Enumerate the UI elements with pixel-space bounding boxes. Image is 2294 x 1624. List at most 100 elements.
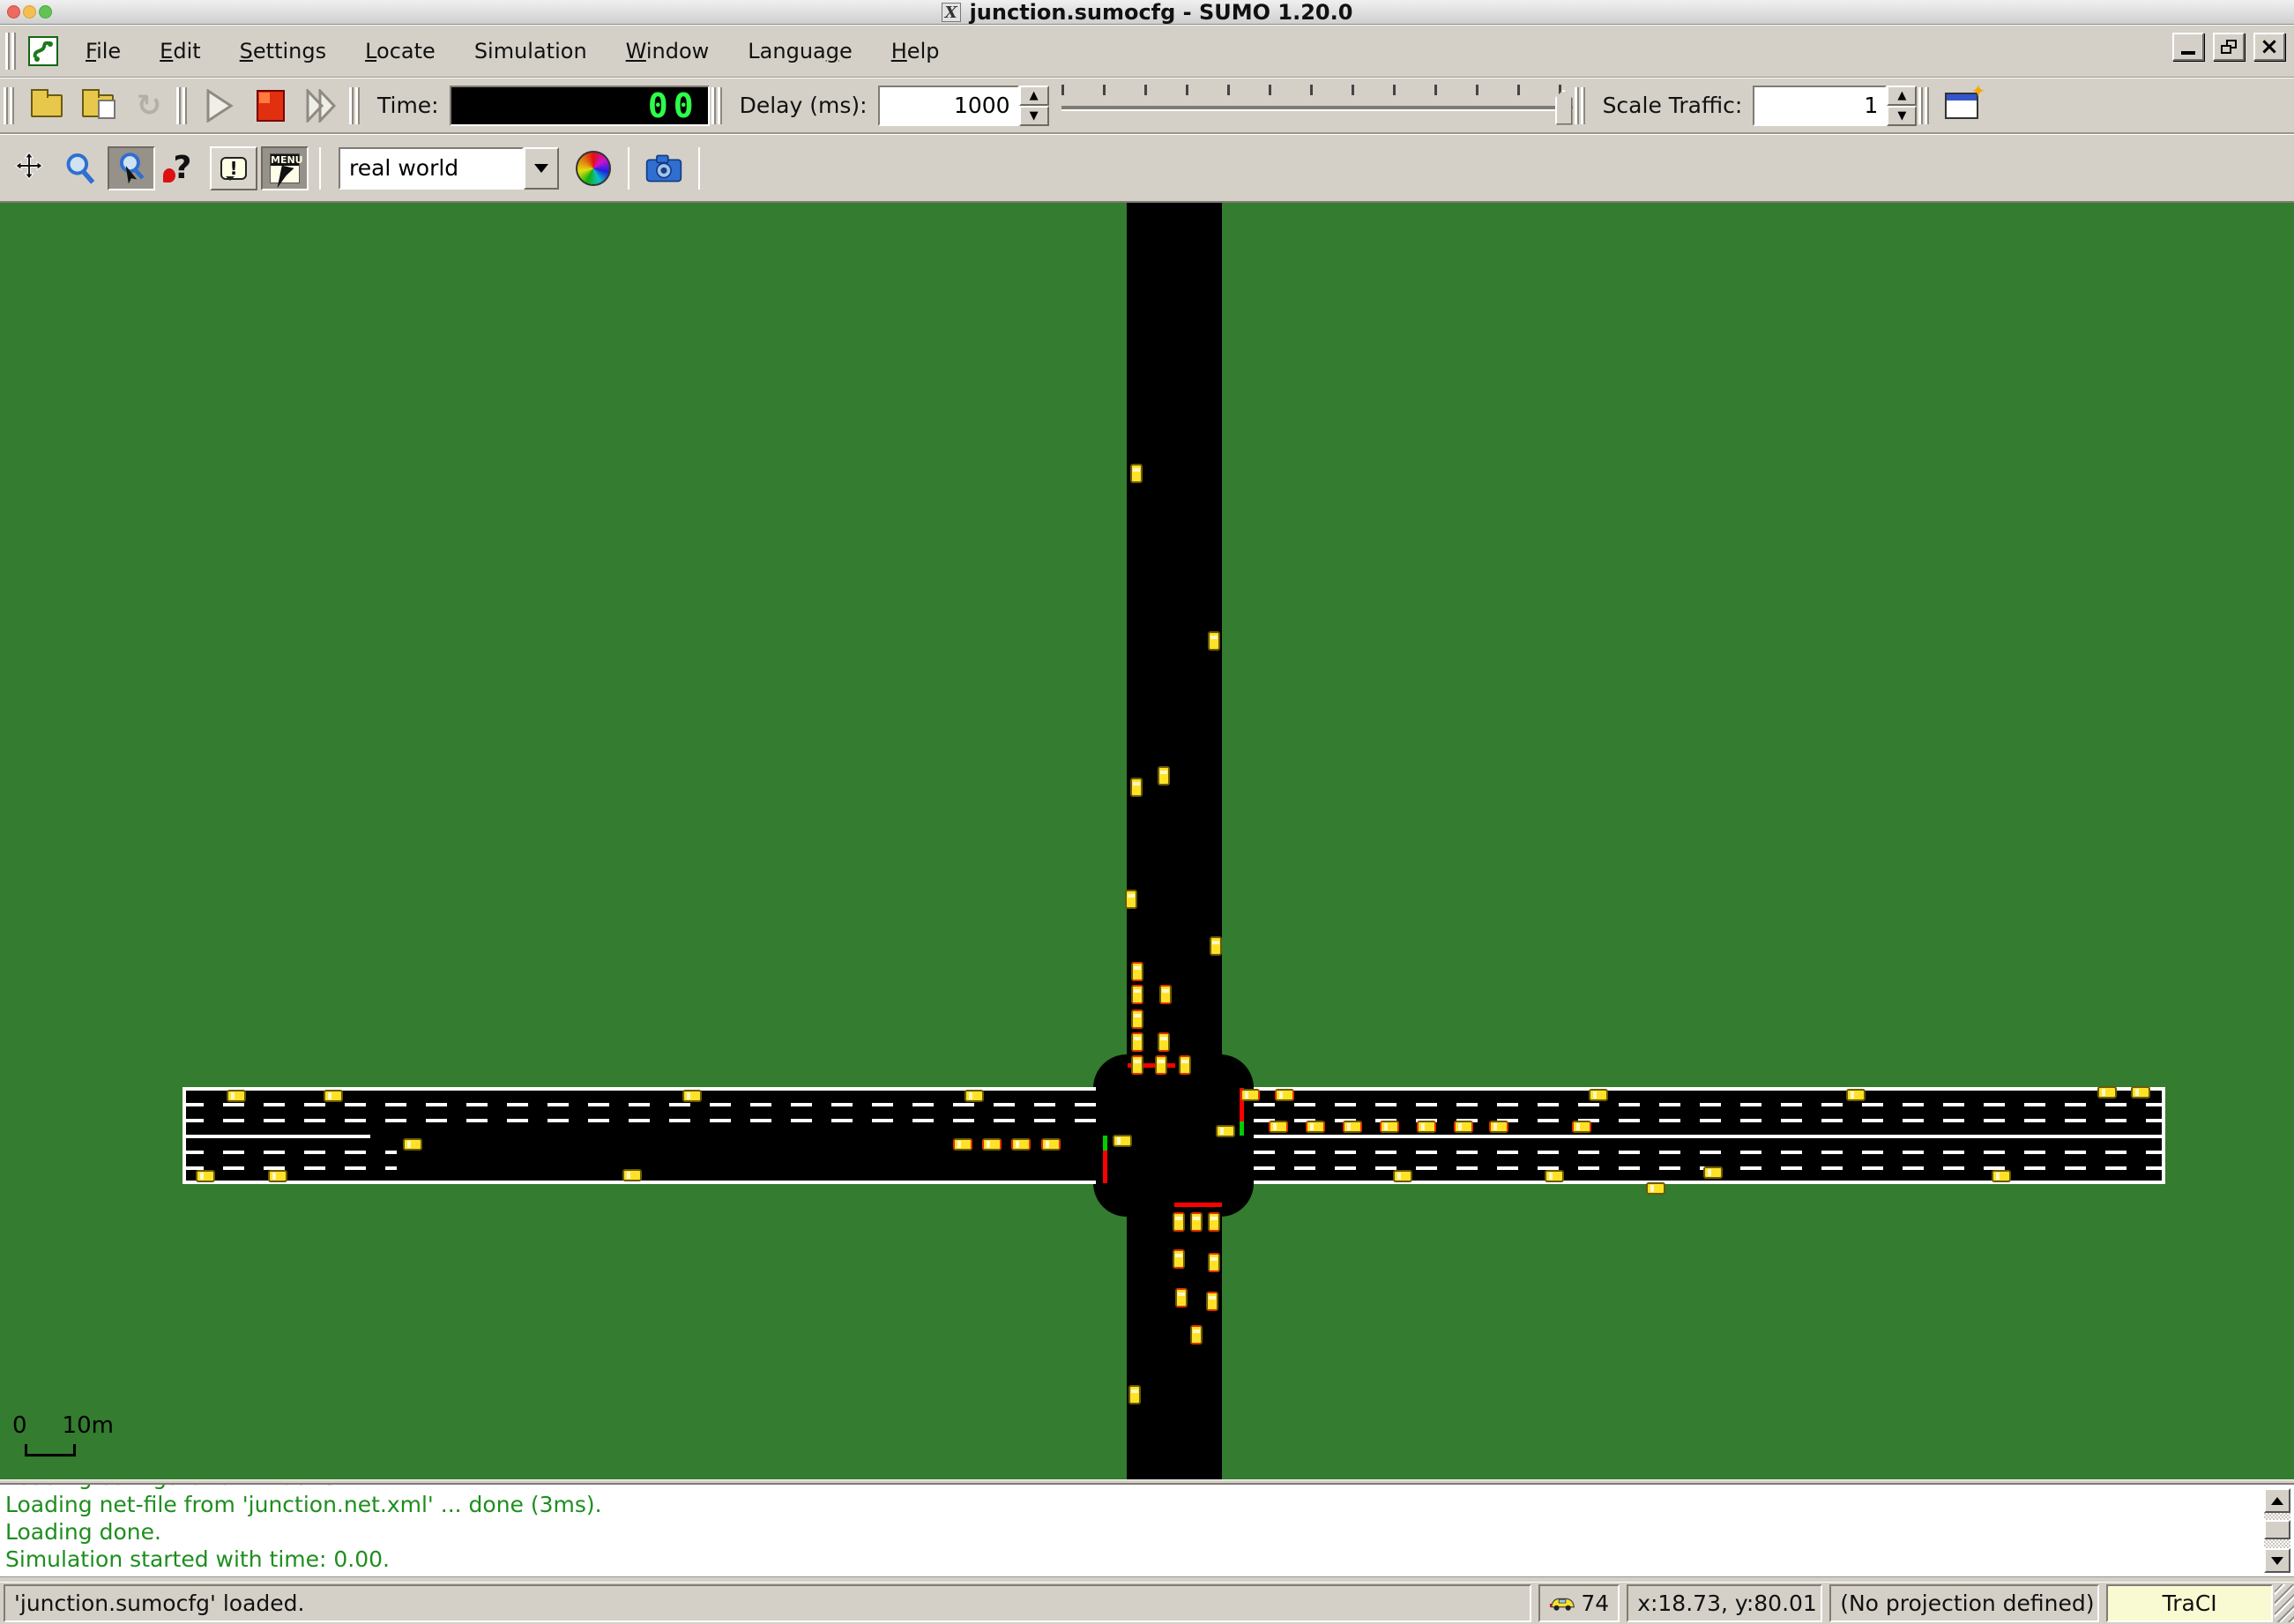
vehicle[interactable] [324,1090,343,1102]
message-log[interactable]: Loading configuration ... done.Loading n… [0,1483,2294,1576]
vehicle[interactable] [1343,1121,1362,1133]
toolbar-grip[interactable] [711,86,722,124]
toolbar-grip[interactable] [1918,86,1930,124]
vehicle[interactable] [1545,1170,1564,1182]
vehicle[interactable] [1128,1385,1141,1404]
vehicle[interactable] [1992,1170,2011,1182]
menu-help[interactable]: Help [876,32,955,71]
vehicle[interactable] [1173,1212,1185,1232]
delay-spinbox[interactable]: 1000 ▲ ▼ [877,85,1049,126]
message-window-toggle[interactable]: ! [210,145,257,190]
menu-file[interactable]: File [71,32,136,71]
scale-traffic-spinbox[interactable]: 1 ▲ ▼ [1753,85,1918,126]
menu-window[interactable]: Window [611,32,725,71]
vehicle[interactable] [1454,1121,1473,1133]
vehicle[interactable] [1208,631,1220,651]
vehicle[interactable] [1306,1121,1325,1133]
toolbar-grip[interactable] [5,33,16,70]
open-simulation-button[interactable] [23,84,71,128]
vehicle[interactable] [1380,1121,1399,1133]
stop-button[interactable] [247,84,294,128]
vehicle[interactable] [1131,1032,1143,1052]
scroll-down-button[interactable] [2264,1548,2290,1573]
toolbar-grip[interactable] [349,86,360,124]
traffic-light-red[interactable] [1174,1203,1222,1207]
vehicle[interactable] [1131,1055,1143,1075]
vehicle[interactable] [1131,962,1143,981]
vehicle[interactable] [1216,1125,1235,1137]
vehicle[interactable] [622,1169,642,1181]
vehicle[interactable] [682,1090,702,1102]
scale-spin-down[interactable]: ▼ [1887,105,1918,126]
resize-grip[interactable] [2275,1584,2294,1622]
vehicle[interactable] [982,1138,1002,1151]
vehicle[interactable] [1210,936,1222,956]
vehicle[interactable] [1158,766,1170,786]
scrollbar-track[interactable] [2264,1513,2290,1548]
vehicle[interactable] [1417,1121,1436,1133]
traffic-light-red[interactable] [1103,1151,1107,1183]
delay-slider[interactable] [1061,83,1573,129]
road-vertical[interactable] [1127,203,1222,1479]
vehicle[interactable] [1113,1135,1132,1147]
vehicle[interactable] [1208,1212,1220,1232]
vehicle[interactable] [1131,985,1143,1004]
zoom-button[interactable] [56,146,104,190]
step-button[interactable] [298,84,346,128]
vehicle[interactable] [1173,1249,1185,1269]
vehicle[interactable] [1489,1121,1508,1133]
popup-menu-toggle[interactable]: MENU [261,145,309,190]
vehicle[interactable] [1846,1089,1866,1101]
vehicle[interactable] [1130,778,1143,797]
menu-edit[interactable]: Edit [145,32,215,71]
vehicle[interactable] [1131,1009,1143,1029]
traffic-light-green[interactable] [1103,1136,1107,1151]
vehicle[interactable] [1179,1055,1191,1075]
vehicle[interactable] [1011,1138,1031,1151]
vehicle[interactable] [1589,1089,1608,1101]
delay-value-field[interactable]: 1000 [877,85,1019,126]
vehicle[interactable] [403,1138,422,1151]
vehicle[interactable] [1646,1182,1665,1195]
coloring-scheme-value[interactable]: real world [339,146,524,190]
vehicle[interactable] [1190,1325,1203,1345]
scrollbar-thumb[interactable] [2264,1520,2290,1539]
help-button[interactable]: ? [159,146,206,190]
vehicle[interactable] [1206,1292,1218,1311]
slider-thumb[interactable] [1554,89,1573,125]
vehicle[interactable] [1158,1032,1170,1052]
reload-button[interactable]: ↻ [125,84,173,128]
restore-button[interactable] [2213,33,2245,61]
delay-spin-down[interactable]: ▼ [1018,105,1049,126]
vehicle[interactable] [1393,1170,1412,1182]
scale-spin-up[interactable]: ▲ [1887,85,1918,106]
vehicle[interactable] [1208,1253,1220,1272]
vehicle[interactable] [2097,1086,2117,1099]
vehicle[interactable] [1130,464,1143,483]
open-additional-button[interactable] [74,84,122,128]
scale-traffic-field[interactable]: 1 [1753,85,1888,126]
combo-dropdown-button[interactable] [524,146,559,190]
vehicle[interactable] [1703,1166,1723,1179]
vehicle[interactable] [1125,890,1137,909]
menu-simulation[interactable]: Simulation [459,32,602,71]
traffic-light-green[interactable] [1240,1121,1244,1136]
screenshot-button[interactable] [640,146,688,190]
vehicle[interactable] [268,1170,287,1182]
menu-language[interactable]: Language [733,32,867,71]
vehicle[interactable] [1190,1212,1203,1232]
vehicle[interactable] [1572,1121,1591,1133]
simulation-canvas[interactable]: 0 10m [0,203,2294,1479]
vehicle[interactable] [1041,1138,1061,1151]
menu-settings[interactable]: Settings [225,32,341,71]
menu-locate[interactable]: Locate [350,32,451,71]
minimize-button[interactable] [2172,33,2204,61]
vehicle[interactable] [1155,1055,1167,1075]
run-button[interactable] [196,84,243,128]
vehicle[interactable] [2131,1086,2150,1099]
vehicle[interactable] [196,1170,215,1182]
toolbar-grip[interactable] [4,86,14,124]
vehicle[interactable] [1240,1089,1260,1101]
delay-spin-up[interactable]: ▲ [1018,85,1049,106]
vehicle[interactable] [965,1090,984,1102]
